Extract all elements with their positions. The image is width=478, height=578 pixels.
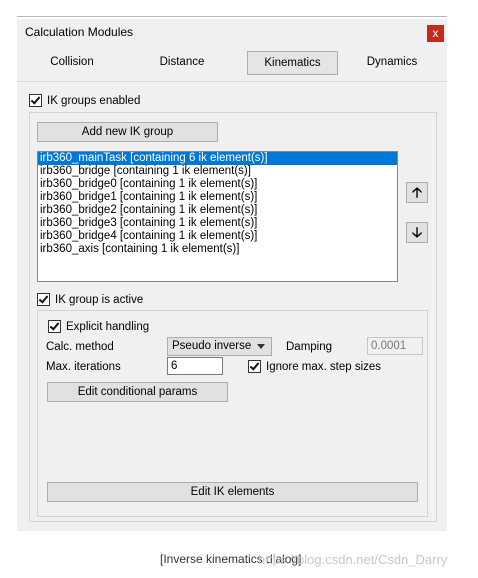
move-up-button[interactable]: 🡡 [406,182,428,203]
ik-group-active-checkbox[interactable]: IK group is active [37,293,143,307]
chevron-down-icon [257,344,265,349]
top-divider [17,16,447,17]
check-icon [37,293,50,306]
list-item[interactable]: irb360_bridge0 [containing 1 ik element(… [38,178,397,191]
tab-divider [17,81,447,82]
check-icon [248,360,261,373]
calculation-modules-window: Calculation Modules x Collision Distance… [17,19,447,531]
watermark: https://blog.csdn.net/Csdn_Darry [258,552,448,567]
title-bar[interactable]: Calculation Modules x [17,19,447,46]
move-down-button[interactable]: 🡣 [406,222,428,243]
edit-conditional-params-button[interactable]: Edit conditional params [47,382,228,402]
tab-collision[interactable]: Collision [37,51,107,73]
explicit-handling-label: Explicit handling [66,321,150,333]
check-icon [29,94,42,107]
arrow-up-icon: 🡡 [411,184,423,200]
ignore-max-step-checkbox[interactable]: Ignore max. step sizes [248,360,381,374]
damping-field: 0.0001 [367,337,423,355]
list-item[interactable]: irb360_bridge4 [containing 1 ik element(… [38,230,397,243]
tab-dynamics[interactable]: Dynamics [357,51,427,73]
window-title: Calculation Modules [25,25,134,39]
ik-groups-list[interactable]: irb360_mainTask [containing 6 ik element… [37,151,398,282]
tab-bar: Collision Distance Kinematics Dynamics [17,51,447,75]
add-ik-group-button[interactable]: Add new IK group [37,122,218,142]
max-iterations-field[interactable]: 6 [167,357,223,375]
ignore-max-step-label: Ignore max. step sizes [266,361,382,373]
edit-ik-elements-button[interactable]: Edit IK elements [47,482,418,502]
tab-distance[interactable]: Distance [147,51,217,73]
calc-method-select[interactable]: Pseudo inverse [167,337,272,356]
list-item[interactable]: irb360_mainTask [containing 6 ik element… [38,152,397,165]
explicit-handling-checkbox[interactable]: Explicit handling [48,320,149,334]
check-icon [48,320,61,333]
calc-method-value: Pseudo inverse [172,340,252,352]
list-item[interactable]: irb360_bridge3 [containing 1 ik element(… [38,217,397,230]
ik-groups-enabled-checkbox[interactable]: IK groups enabled [29,94,140,108]
ik-groups-enabled-label: IK groups enabled [47,95,141,107]
list-item[interactable]: irb360_bridge [containing 1 ik element(s… [38,165,397,178]
calc-method-label: Calc. method [46,341,114,353]
arrow-down-icon: 🡣 [411,224,423,240]
close-button[interactable]: x [427,25,444,42]
ik-group-active-label: IK group is active [55,294,144,306]
max-iterations-label: Max. iterations [46,361,121,373]
list-item[interactable]: irb360_bridge1 [containing 1 ik element(… [38,191,397,204]
damping-label: Damping [286,341,333,353]
list-item[interactable]: irb360_bridge2 [containing 1 ik element(… [38,204,397,217]
list-item[interactable]: irb360_axis [containing 1 ik element(s)] [38,243,397,256]
tab-kinematics[interactable]: Kinematics [247,51,338,75]
